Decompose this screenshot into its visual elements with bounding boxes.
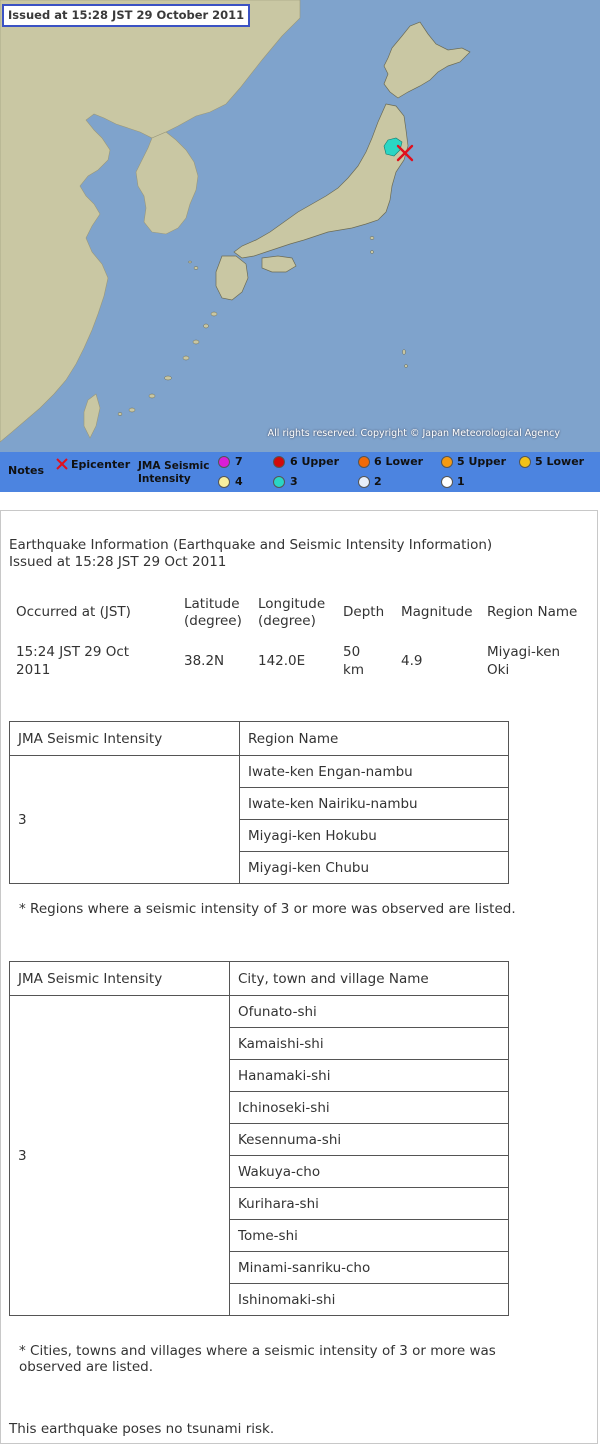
header-region: Region Name: [487, 604, 578, 620]
map-graphic: [0, 0, 600, 452]
legend-swatch-5-lower: [519, 456, 531, 468]
legend-label-2: 2: [374, 475, 382, 488]
table-city-cell: Ishinomaki-shi: [229, 1283, 509, 1316]
regions-intensity-table: JMA Seismic Intensity Region Name 3 Iwat…: [9, 721, 509, 884]
header-magnitude: Magnitude: [401, 604, 473, 620]
legend-swatch-2: [358, 476, 370, 488]
table-region-cell: Iwate-ken Nairiku-nambu: [239, 787, 509, 820]
legend-swatch-4: [218, 476, 230, 488]
table-header-city: City, town and village Name: [229, 961, 509, 996]
value-latitude: 38.2N: [184, 653, 225, 669]
legend-scale-label-2: Intensity: [138, 473, 191, 485]
info-title: Earthquake Information (Earthquake and S…: [9, 537, 493, 553]
legend-swatch-7: [218, 456, 230, 468]
table-city-cell: Ichinoseki-shi: [229, 1091, 509, 1124]
value-occurred-1: 15:24 JST 29 Oct: [16, 644, 130, 660]
legend-notes-label: Notes: [8, 464, 45, 477]
table-header-row: JMA Seismic Intensity Region Name: [9, 721, 509, 756]
earthquake-info-panel: Earthquake Information (Earthquake and S…: [0, 510, 598, 1444]
table-region-cell: Miyagi-ken Chubu: [239, 851, 509, 884]
table-header-region: Region Name: [239, 721, 509, 756]
table-header-intensity: JMA Seismic Intensity: [9, 961, 230, 996]
table-city-cell: Wakuya-cho: [229, 1155, 509, 1188]
legend-bar: Notes Epicenter JMA Seismic Intensity 7 …: [0, 452, 600, 492]
info-issued-time: Issued at 15:28 JST 29 Oct 2011: [9, 554, 227, 570]
regions-note: * Regions where a seismic intensity of 3…: [19, 901, 516, 917]
legend-label-1: 1: [457, 475, 465, 488]
table-intensity-cell: 3: [9, 755, 240, 884]
header-depth: Depth: [343, 604, 385, 620]
legend-label-6-upper: 6 Upper: [290, 455, 340, 468]
header-occurred: Occurred at (JST): [16, 604, 131, 620]
table-city-cell: Kurihara-shi: [229, 1187, 509, 1220]
header-latitude-2: (degree): [184, 613, 242, 629]
legend-label-6-lower: 6 Lower: [374, 455, 424, 468]
cities-intensity-table: JMA Seismic Intensity City, town and vil…: [9, 961, 509, 1316]
legend-swatch-1: [441, 476, 453, 488]
value-depth-1: 50: [343, 644, 361, 660]
value-magnitude: 4.9: [401, 653, 423, 669]
table-city-cell: Kesennuma-shi: [229, 1123, 509, 1156]
table-region-cell: Iwate-ken Engan-nambu: [239, 755, 509, 788]
map-copyright: All rights reserved. Copyright © Japan M…: [267, 428, 560, 439]
cities-note-line-2: observed are listed.: [19, 1359, 153, 1375]
legend-label-5-lower: 5 Lower: [535, 455, 585, 468]
legend-label-3: 3: [290, 475, 298, 488]
tsunami-notice: This earthquake poses no tsunami risk.: [9, 1421, 275, 1437]
table-city-cell: Tome-shi: [229, 1219, 509, 1252]
earthquake-map: Issued at 15:28 JST 29 October 2011 All …: [0, 0, 600, 452]
legend-swatch-6-upper: [273, 456, 285, 468]
table-header-row: JMA Seismic Intensity City, town and vil…: [9, 961, 509, 996]
legend-swatch-5-upper: [441, 456, 453, 468]
table-region-cell: Miyagi-ken Hokubu: [239, 819, 509, 852]
header-longitude-1: Longitude: [258, 596, 326, 612]
table-intensity-cell: 3: [9, 995, 230, 1316]
table-city-cell: Kamaishi-shi: [229, 1027, 509, 1060]
cities-note-line-1: * Cities, towns and villages where a sei…: [19, 1343, 496, 1359]
legend-label-5-upper: 5 Upper: [457, 455, 507, 468]
table-header-intensity: JMA Seismic Intensity: [9, 721, 240, 756]
legend-scale-label-1: JMA Seismic: [138, 460, 210, 472]
table-city-cell: Minami-sanriku-cho: [229, 1251, 509, 1284]
epicenter-icon: [56, 458, 68, 470]
value-longitude: 142.0E: [258, 653, 306, 669]
legend-swatch-3: [273, 476, 285, 488]
table-row: 3 Ofunato-shi: [9, 995, 509, 1316]
legend-label-7: 7: [235, 455, 243, 468]
legend-swatch-6-lower: [358, 456, 370, 468]
legend-epicenter-label: Epicenter: [71, 458, 131, 471]
legend-label-4: 4: [235, 475, 243, 488]
table-row: 3 Iwate-ken Engan-nambu: [9, 755, 509, 884]
header-longitude-2: (degree): [258, 613, 316, 629]
table-city-cell: Hanamaki-shi: [229, 1059, 509, 1092]
value-region-1: Miyagi-ken: [487, 644, 561, 660]
value-region-2: Oki: [487, 662, 510, 678]
table-city-cell: Ofunato-shi: [229, 995, 509, 1028]
value-depth-2: km: [343, 662, 364, 678]
issued-banner: Issued at 15:28 JST 29 October 2011: [2, 4, 251, 27]
header-latitude-1: Latitude: [184, 596, 240, 612]
value-occurred-2: 2011: [16, 662, 51, 678]
